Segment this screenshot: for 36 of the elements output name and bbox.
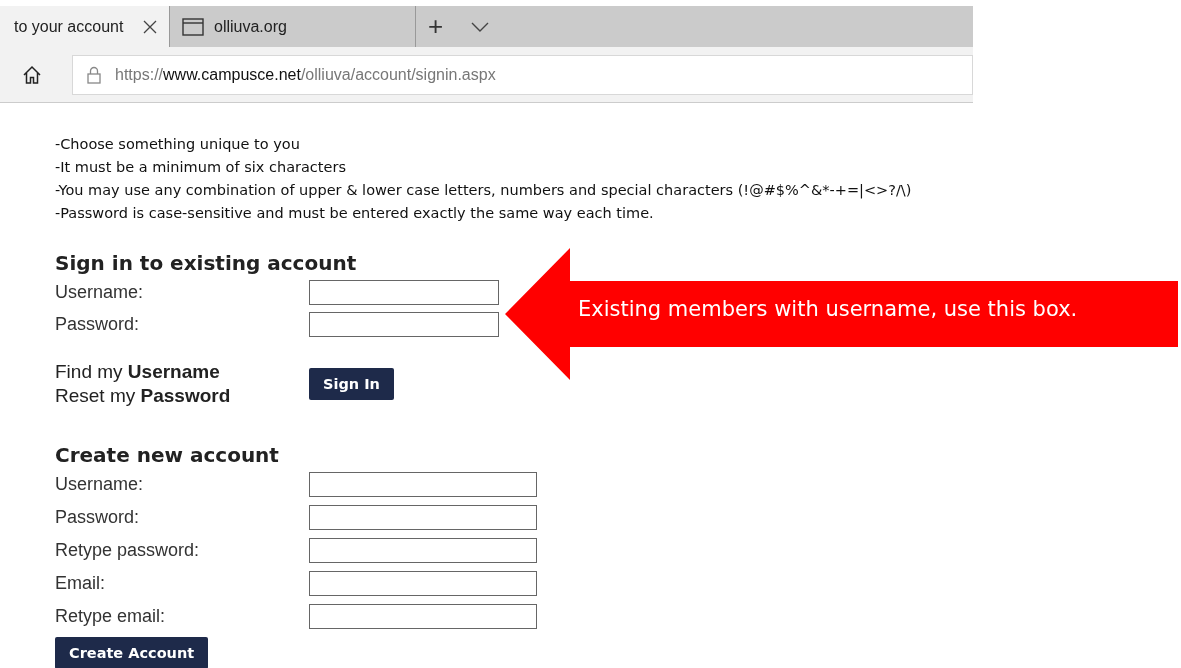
help-link[interactable]: Find my Username xyxy=(55,360,309,384)
browser-tab[interactable]: to your account xyxy=(0,6,170,47)
chevron-down-icon[interactable] xyxy=(471,21,490,32)
input-field[interactable] xyxy=(309,538,537,563)
password-rule: -Choose something unique to you xyxy=(55,135,301,154)
field-label: Retype email: xyxy=(55,606,167,627)
address-bar[interactable]: https://www.campusce.net/olliuva/account/signin.aspx xyxy=(72,54,973,95)
input-field[interactable] xyxy=(309,571,537,596)
password-rule: -It must be a minimum of six characters xyxy=(55,158,347,177)
callout-text: Existing members with username, use this box. xyxy=(578,297,1078,321)
close-icon[interactable] xyxy=(143,19,157,34)
create-account-button[interactable]: Create Account xyxy=(55,637,209,668)
tab-title: olliuva.org xyxy=(214,17,287,36)
field-label: Password: xyxy=(55,313,141,335)
field-label: Username: xyxy=(55,281,145,303)
section-heading: Sign in to existing account xyxy=(55,250,358,276)
input-field[interactable] xyxy=(309,311,499,337)
input-field[interactable] xyxy=(309,279,499,305)
input-field[interactable] xyxy=(309,505,537,530)
field-label: Email: xyxy=(55,573,106,594)
section-heading: Create new account xyxy=(55,442,280,468)
password-rule: -You may use any combination of upper & lower case letters, numbers and special characters (!@#$%^&*-+=|<>?/\) xyxy=(55,181,913,201)
input-field[interactable] xyxy=(309,472,537,497)
input-field[interactable] xyxy=(309,604,537,629)
home-icon[interactable] xyxy=(22,64,42,85)
lock-icon xyxy=(87,65,101,84)
new-tab-button[interactable]: + xyxy=(428,11,444,42)
sign-in-button[interactable]: Sign In xyxy=(309,368,394,400)
help-link[interactable]: Reset my Password xyxy=(55,384,309,408)
password-rule: -Password is case-sensitive and must be entered exactly the same way each time. xyxy=(55,204,655,223)
window-icon xyxy=(182,17,204,36)
field-label: Retype password: xyxy=(55,540,201,561)
field-label: Password: xyxy=(55,507,141,528)
tab-title: to your account xyxy=(14,17,124,36)
url-text: https://www.campusce.net/olliuva/account/signin.aspx xyxy=(115,65,496,84)
field-label: Username: xyxy=(55,474,145,495)
